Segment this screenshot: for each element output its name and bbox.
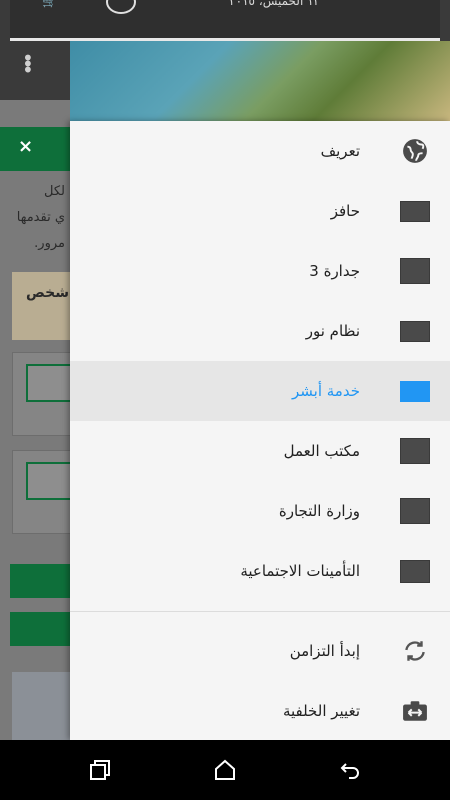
drawer-item-absher[interactable]: خدمة أبشر: [70, 361, 450, 421]
drawer-item-label: مكتب العمل: [283, 442, 360, 460]
drawer-item-label: وزارة التجارة: [278, 502, 360, 520]
form-button: [10, 564, 70, 598]
image-thumbnail-icon: [400, 436, 430, 466]
drawer-item-label: تعريف: [320, 142, 360, 160]
drawer-item-start-sync[interactable]: إبدأ التزامن: [70, 621, 450, 681]
bg-text-line-1: لكل: [44, 184, 65, 199]
drawer-item-social-insurance[interactable]: التأمينات الاجتماعية: [70, 541, 450, 601]
form-input: [26, 462, 74, 500]
system-navigation-bar: [0, 740, 450, 800]
drawer-item-commerce[interactable]: وزارة التجارة: [70, 481, 450, 541]
header-photo: [70, 41, 450, 122]
bg-text-line-3: مرور.: [34, 236, 65, 251]
drawer-item-jadara[interactable]: جدارة 3: [70, 241, 450, 301]
drawer-item-label: التأمينات الاجتماعية: [240, 562, 360, 580]
clock-icon: [106, 0, 136, 14]
change-wallpaper-icon: [400, 696, 430, 726]
navigation-drawer: تعريف حافز جدارة 3 نظام نور خدمة أبشر مك…: [70, 121, 450, 740]
drawer-item-noor[interactable]: نظام نور: [70, 301, 450, 361]
image-thumbnail-icon: [400, 196, 430, 226]
drawer-item-label: إبدأ التزامن: [289, 642, 360, 660]
form-button: [10, 612, 70, 646]
image-thumbnail-icon: [400, 496, 430, 526]
sync-icon: [400, 636, 430, 666]
image-thumbnail-icon: [400, 556, 430, 586]
drawer-item-label: نظام نور: [305, 322, 360, 340]
form-input: [26, 364, 74, 402]
bg-text-line-2: ي تقدمها: [16, 210, 65, 225]
drawer-item-label: جدارة 3: [309, 262, 360, 280]
drawer-item-labor-office[interactable]: مكتب العمل: [70, 421, 450, 481]
close-icon: ×: [18, 136, 34, 157]
app-top-bar: 🛒 ١٢ الخميس، ٢٠١٥: [10, 0, 440, 41]
globe-icon: [400, 136, 430, 166]
overflow-menu-icon: • • •: [22, 46, 34, 82]
drawer-item-label: تغيير الخلفية: [282, 702, 360, 720]
recent-apps-icon[interactable]: [85, 755, 115, 785]
image-thumbnail-icon: [400, 256, 430, 286]
drawer-divider: [70, 611, 450, 612]
drawer-item-label: حافز: [330, 202, 360, 220]
info-box: [12, 272, 70, 340]
back-icon[interactable]: [335, 755, 365, 785]
dialog-header: [0, 127, 70, 171]
cart-icon: 🛒: [42, 0, 57, 8]
drawer-item-hafiz[interactable]: حافز: [70, 181, 450, 241]
home-icon[interactable]: [210, 755, 240, 785]
image-thumbnail-icon: [400, 316, 430, 346]
info-box-text: شخص: [26, 285, 69, 301]
bg-image-block: [12, 672, 70, 740]
drawer-item-tareef[interactable]: تعريف: [70, 121, 450, 181]
drawer-item-label: خدمة أبشر: [292, 382, 360, 400]
image-thumbnail-icon: [400, 376, 430, 406]
date-text: ١٢ الخميس، ٢٠١٥: [229, 0, 320, 8]
drawer-item-change-wallpaper[interactable]: تغيير الخلفية: [70, 681, 450, 741]
